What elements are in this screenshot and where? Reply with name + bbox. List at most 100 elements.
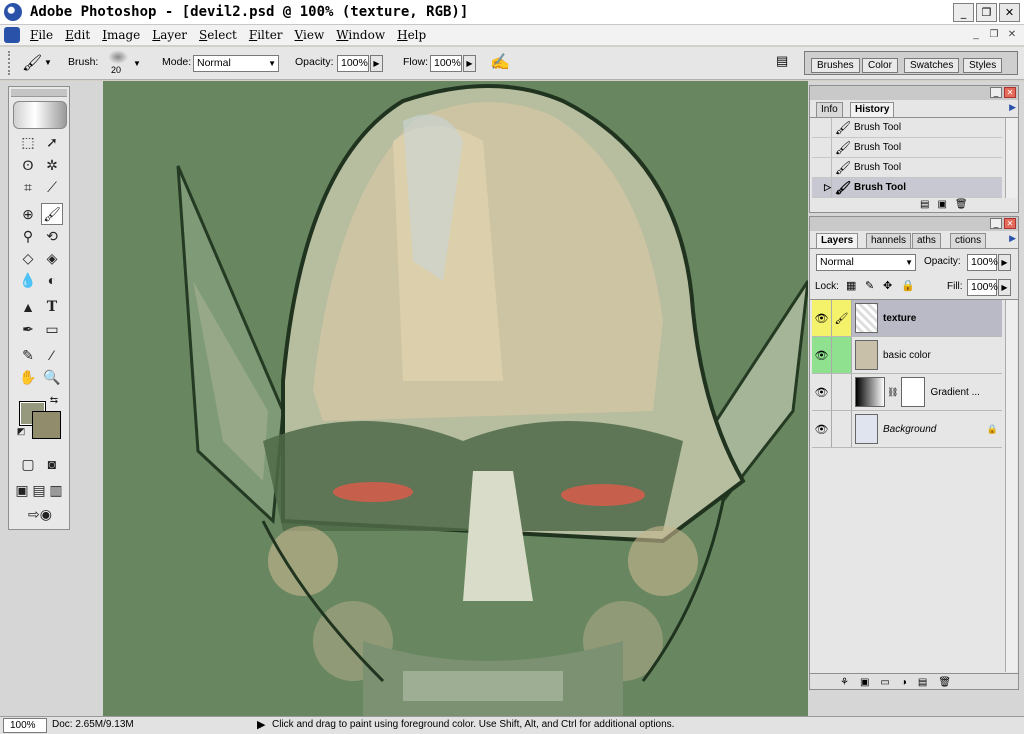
- history-brush-tool-icon[interactable]: ⟲: [41, 225, 63, 247]
- type-tool-icon[interactable]: T: [41, 296, 63, 318]
- trash-icon[interactable]: 🗑: [938, 677, 962, 688]
- crop-tool-icon[interactable]: ⌗: [17, 176, 39, 198]
- options-grip[interactable]: [8, 51, 14, 75]
- well-tab-styles[interactable]: Styles: [963, 58, 1003, 73]
- brush-tool-icon[interactable]: 🖌: [41, 203, 63, 225]
- history-item-current[interactable]: ▷ 🖌 Brush Tool: [812, 178, 1002, 198]
- layer-row-background[interactable]: 👁 Background 🔒: [812, 411, 1002, 448]
- standard-mode-icon[interactable]: ▢: [17, 453, 39, 475]
- new-set-icon[interactable]: ▭: [880, 677, 900, 688]
- fill-slider-button[interactable]: ▶: [998, 279, 1011, 296]
- full-screen-menu-mode-icon[interactable]: ▤: [30, 479, 48, 501]
- document-icon[interactable]: [4, 27, 20, 43]
- eyedropper-tool-icon[interactable]: ⁄: [41, 344, 63, 366]
- menu-edit[interactable]: Edit: [59, 25, 96, 46]
- lock-position-icon[interactable]: ✥: [883, 279, 892, 292]
- move-tool-icon[interactable]: ➚: [41, 131, 63, 153]
- layers-scrollbar[interactable]: [1005, 300, 1017, 672]
- new-layer-icon[interactable]: ▤: [918, 677, 938, 688]
- layer-link-cell[interactable]: [832, 411, 852, 447]
- layer-row-basic-color[interactable]: 👁 basic color: [812, 337, 1002, 374]
- doc-minimize-button[interactable]: _: [968, 27, 984, 42]
- tab-info[interactable]: Info: [816, 102, 843, 117]
- layer-row-texture[interactable]: 👁 🖌 texture: [812, 300, 1002, 337]
- dodge-tool-icon[interactable]: ◐: [41, 269, 63, 291]
- panel-minimize-button[interactable]: _: [990, 87, 1002, 98]
- new-document-icon[interactable]: ▤: [920, 199, 937, 210]
- standard-screen-mode-icon[interactable]: ▣: [13, 479, 31, 501]
- marquee-tool-icon[interactable]: ⬚: [17, 131, 39, 153]
- trash-icon[interactable]: 🗑: [955, 199, 976, 210]
- panel-close-button[interactable]: ✕: [1004, 218, 1016, 229]
- status-menu-icon[interactable]: ▶: [257, 718, 265, 731]
- toolbox-header[interactable]: [11, 89, 67, 97]
- panel-minimize-button[interactable]: _: [990, 218, 1002, 229]
- adobe-eye-logo-icon[interactable]: [13, 101, 67, 129]
- history-item[interactable]: 🖌 Brush Tool: [812, 138, 1002, 158]
- minimize-button[interactable]: _: [953, 3, 974, 22]
- flow-input[interactable]: 100%: [430, 55, 462, 72]
- blur-tool-icon[interactable]: 💧: [17, 269, 39, 291]
- adjustment-layer-icon[interactable]: ◑: [901, 677, 918, 688]
- airbrush-icon[interactable]: ✍: [490, 52, 510, 72]
- document-canvas[interactable]: [103, 81, 808, 716]
- snapshot-icon[interactable]: ▣: [937, 199, 954, 210]
- mode-select[interactable]: Normal ▼: [193, 55, 279, 72]
- paint-bucket-tool-icon[interactable]: ◈: [41, 247, 63, 269]
- fill-input[interactable]: 100%: [967, 279, 998, 296]
- tab-paths[interactable]: aths: [912, 233, 941, 248]
- eye-icon[interactable]: 👁: [812, 300, 832, 336]
- doc-restore-button[interactable]: ❐: [986, 27, 1002, 42]
- eraser-tool-icon[interactable]: ◇: [17, 247, 39, 269]
- panel-close-button[interactable]: ✕: [1004, 87, 1016, 98]
- path-selection-tool-icon[interactable]: ▲: [17, 296, 39, 318]
- rectangle-tool-icon[interactable]: ▭: [41, 318, 63, 340]
- menu-layer[interactable]: Layer: [146, 25, 193, 46]
- menu-select[interactable]: Select: [193, 25, 243, 46]
- notes-tool-icon[interactable]: ✎: [17, 344, 39, 366]
- lock-image-icon[interactable]: ✎: [865, 279, 874, 292]
- file-browser-icon[interactable]: ▤: [776, 53, 788, 69]
- zoom-tool-icon[interactable]: 🔍: [41, 366, 63, 388]
- well-tab-swatches[interactable]: Swatches: [904, 58, 960, 73]
- layer-link-cell[interactable]: [832, 374, 852, 410]
- panel-menu-icon[interactable]: ▶: [1009, 102, 1016, 113]
- clone-stamp-tool-icon[interactable]: ⚲: [17, 225, 39, 247]
- magic-wand-tool-icon[interactable]: ✲: [41, 154, 63, 176]
- brush-tip-icon[interactable]: [108, 50, 128, 64]
- well-tab-color[interactable]: Color: [862, 58, 898, 73]
- brush-preset-icon[interactable]: 🖌: [22, 53, 42, 73]
- eye-icon[interactable]: 👁: [812, 374, 832, 410]
- layer-style-icon[interactable]: ⚘: [840, 677, 860, 688]
- default-colors-icon[interactable]: ◩: [15, 425, 27, 437]
- lock-all-icon[interactable]: 🔒: [901, 279, 915, 292]
- doc-close-button[interactable]: ✕: [1004, 27, 1020, 42]
- layer-link-cell[interactable]: [832, 337, 852, 373]
- history-item[interactable]: 🖌 Brush Tool: [812, 158, 1002, 178]
- pen-tool-icon[interactable]: ✒: [17, 318, 39, 340]
- eye-icon[interactable]: 👁: [812, 337, 832, 373]
- add-mask-icon[interactable]: ▣: [860, 677, 880, 688]
- jump-to-imageready-icon[interactable]: ⇨◉: [17, 503, 63, 525]
- layer-row-gradient[interactable]: 👁 ⛓ Gradient ...: [812, 374, 1002, 411]
- opacity-input[interactable]: 100%: [337, 55, 369, 72]
- blend-mode-select[interactable]: Normal ▼: [816, 254, 916, 271]
- opacity-slider-button[interactable]: ▶: [370, 55, 383, 72]
- preset-dropdown-icon[interactable]: ▼: [44, 58, 52, 67]
- background-color-swatch[interactable]: [32, 411, 61, 439]
- swap-colors-icon[interactable]: ⇆: [47, 393, 61, 407]
- tab-history[interactable]: History: [850, 102, 895, 117]
- menu-filter[interactable]: Filter: [243, 25, 289, 46]
- tab-layers[interactable]: Layers: [816, 233, 859, 248]
- well-tab-brushes[interactable]: Brushes: [811, 58, 860, 73]
- brush-icon[interactable]: 🖌: [832, 300, 852, 336]
- layer-opacity-input[interactable]: 100%: [967, 254, 998, 271]
- menu-window[interactable]: Window: [330, 25, 391, 46]
- panel-menu-icon[interactable]: ▶: [1009, 233, 1016, 244]
- menu-help[interactable]: Help: [391, 25, 432, 46]
- hand-tool-icon[interactable]: ✋: [17, 366, 39, 388]
- chain-icon[interactable]: ⛓: [887, 387, 898, 398]
- close-button[interactable]: ✕: [999, 3, 1020, 22]
- lasso-tool-icon[interactable]: ʘ: [17, 154, 39, 176]
- maximize-button[interactable]: ❐: [976, 3, 997, 22]
